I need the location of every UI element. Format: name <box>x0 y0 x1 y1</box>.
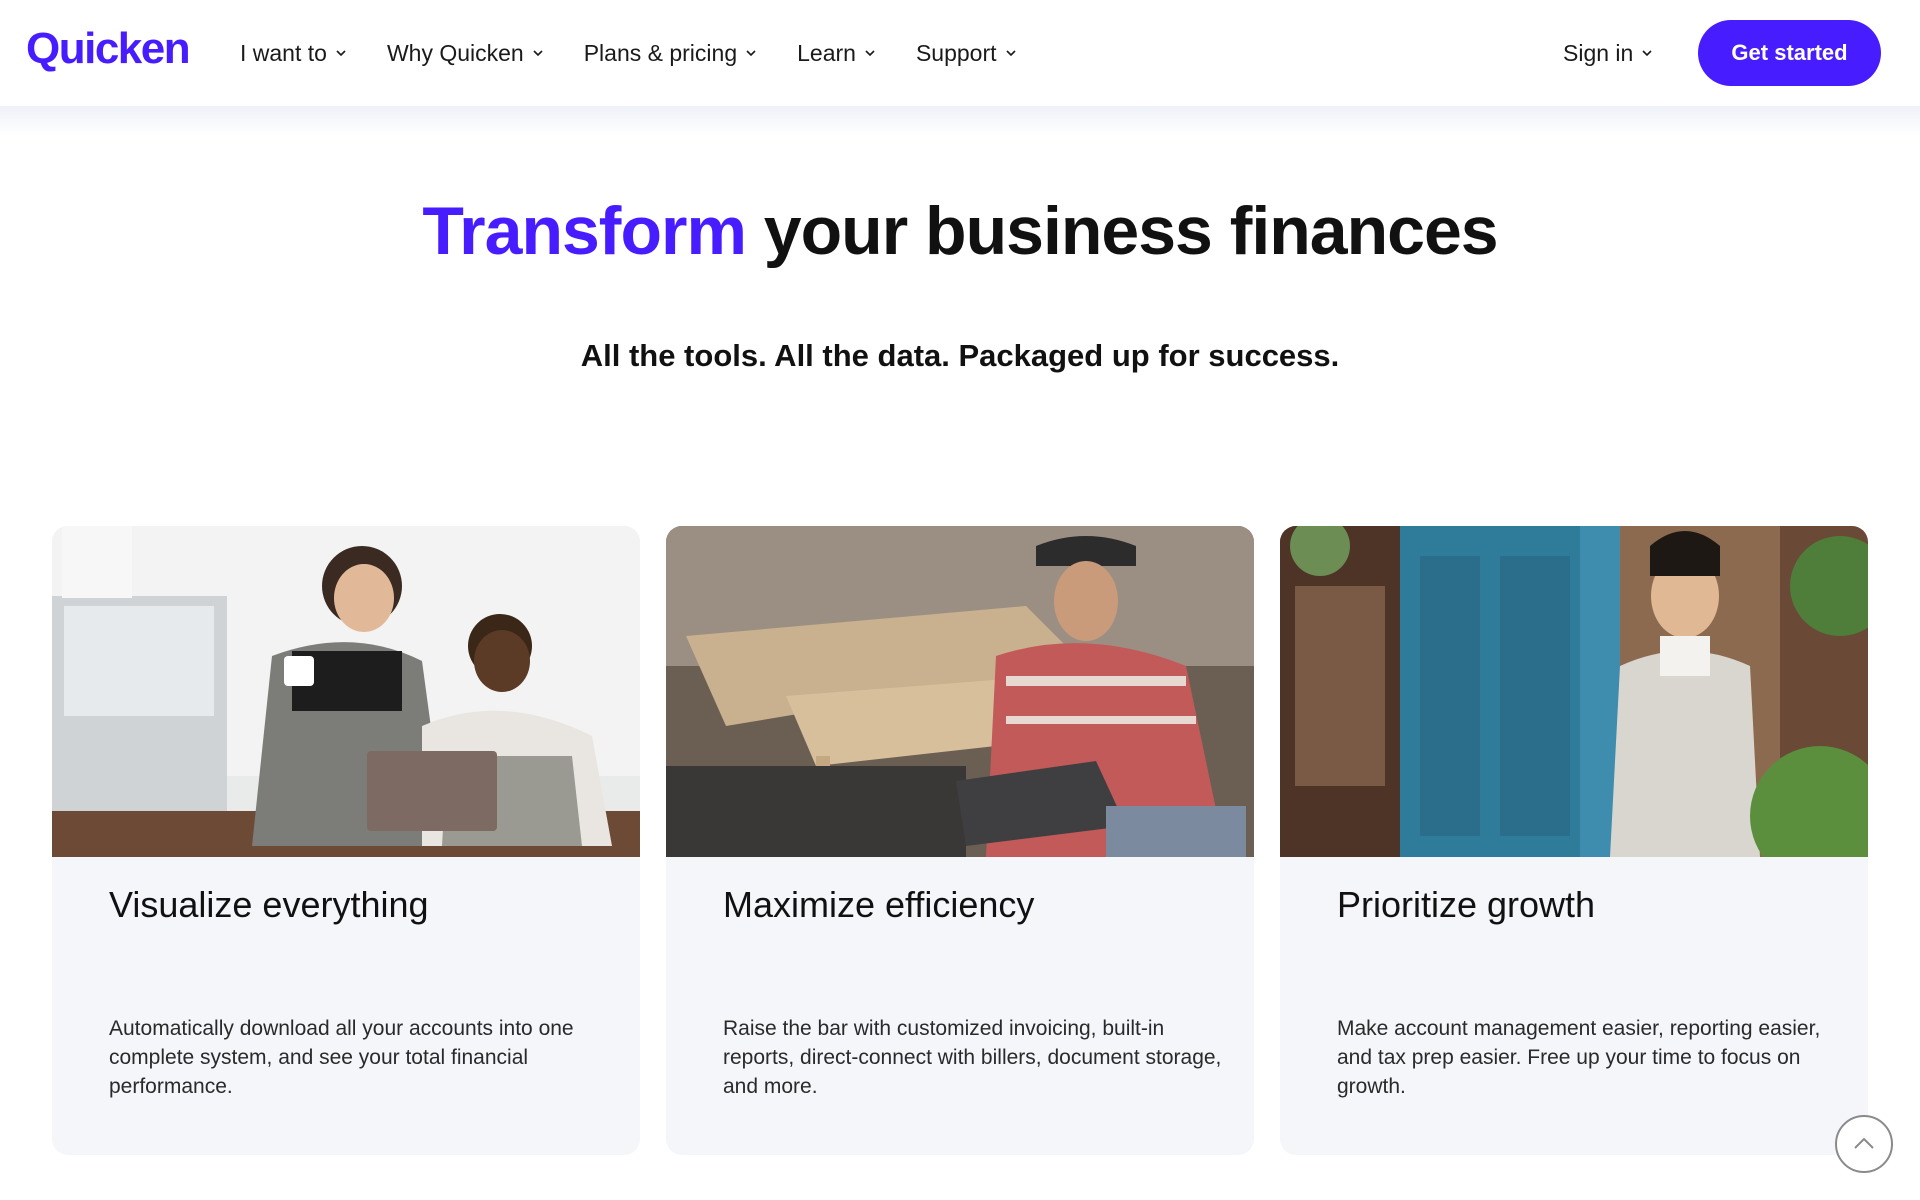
hero-title: Transform your business finances <box>0 192 1920 270</box>
nav-item-label: Support <box>915 39 997 66</box>
card-description: Raise the bar with customized invoicing,… <box>723 1017 1222 1098</box>
nav-item-label: Why Quicken <box>386 39 524 66</box>
nav-item-label: I want to <box>240 39 327 66</box>
card-description: Automatically download all your accounts… <box>109 1017 574 1098</box>
hero-title-rest: your business finances <box>745 193 1499 269</box>
feature-card-efficiency: Maximize efficiency Raise the bar with c… <box>666 526 1254 1155</box>
chevron-down-icon <box>864 47 876 59</box>
nav-i-want-to[interactable]: I want to <box>240 40 347 67</box>
chevron-down-icon <box>532 47 544 59</box>
hero-title-accent: Transform <box>422 193 747 269</box>
quicken-logo[interactable]: Quicken <box>26 24 191 74</box>
card-title: Visualize everything <box>109 884 429 925</box>
sign-in-menu[interactable]: Sign in <box>1563 0 1653 106</box>
woodworker-laptop-photo <box>666 526 1254 857</box>
scroll-to-top-button[interactable] <box>1835 1115 1893 1173</box>
nav-item-label: Learn <box>797 39 856 66</box>
nav-why-quicken[interactable]: Why Quicken <box>387 40 544 67</box>
nav-item-label: Plans & pricing <box>583 39 738 66</box>
nav-support[interactable]: Support <box>916 40 1017 67</box>
feature-card-visualize: Visualize everything Automatically downl… <box>52 526 640 1155</box>
shop-owner-door-photo <box>1280 526 1868 857</box>
chevron-up-icon <box>1851 1131 1877 1157</box>
chevron-down-icon <box>745 47 757 59</box>
nav-plans-pricing[interactable]: Plans & pricing <box>584 40 757 67</box>
sign-in-label: Sign in <box>1563 39 1634 66</box>
nav-learn[interactable]: Learn <box>797 40 876 67</box>
card-title: Prioritize growth <box>1337 884 1596 925</box>
get-started-button[interactable]: Get started <box>1698 20 1881 86</box>
card-title: Maximize efficiency <box>723 884 1035 925</box>
main-nav: I want to Why Quicken Plans & pricing Le… <box>240 0 1057 106</box>
chevron-down-icon <box>1005 47 1017 59</box>
cafe-owners-laptop-photo <box>52 526 640 857</box>
header-shadow <box>0 106 1920 136</box>
site-header: Quicken I want to Why Quicken Plans & pr… <box>0 0 1920 106</box>
card-description: Make account management easier, reportin… <box>1337 1017 1821 1098</box>
hero-subtitle: All the tools. All the data. Packaged up… <box>580 338 1340 373</box>
chevron-down-icon <box>1641 47 1653 59</box>
chevron-down-icon <box>335 47 347 59</box>
feature-card-growth: Prioritize growth Make account managemen… <box>1280 526 1868 1155</box>
